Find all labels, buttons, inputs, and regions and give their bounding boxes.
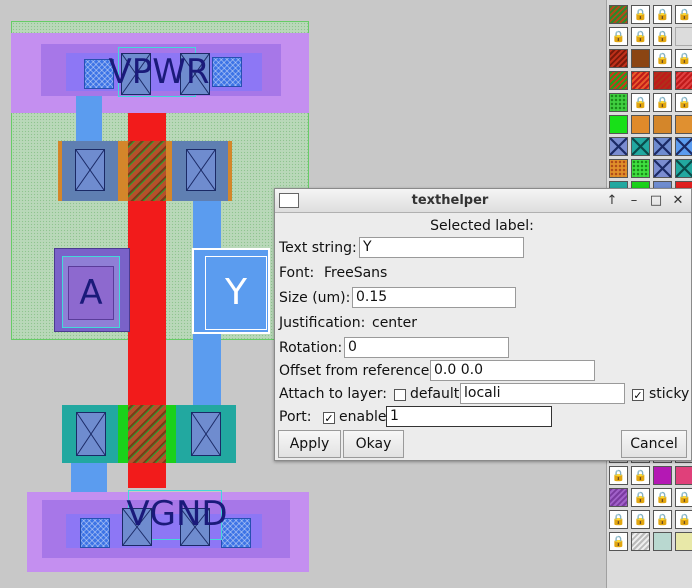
rotation-label: Rotation: bbox=[279, 340, 343, 356]
layer-swatch[interactable] bbox=[609, 137, 628, 156]
lock-icon[interactable]: 🔒 bbox=[653, 49, 672, 68]
lock-icon[interactable]: 🔒 bbox=[653, 5, 672, 24]
layer-swatch[interactable] bbox=[609, 49, 628, 68]
layer-swatch[interactable] bbox=[653, 71, 672, 90]
enable-checkbox-label: enable bbox=[339, 409, 387, 425]
attach-layer-label: Attach to layer: bbox=[279, 386, 388, 402]
offset-input[interactable]: 0.0 0.0 bbox=[430, 360, 595, 381]
layer-swatch[interactable] bbox=[653, 159, 672, 178]
text-string-input[interactable]: Y bbox=[359, 237, 524, 258]
layer-swatch[interactable] bbox=[653, 115, 672, 134]
lock-icon[interactable]: 🔒 bbox=[631, 27, 650, 46]
offset-label: Offset from reference: bbox=[279, 363, 435, 379]
lock-icon[interactable]: 🔒 bbox=[631, 93, 650, 112]
text-string-label: Text string: bbox=[279, 240, 357, 256]
input-a-label: A bbox=[79, 273, 103, 313]
layer-swatch[interactable] bbox=[675, 115, 692, 134]
nmos-gate-overlap bbox=[128, 405, 166, 463]
justification-label: Justification: bbox=[279, 315, 366, 331]
layer-swatch[interactable] bbox=[675, 466, 692, 485]
enable-checkbox[interactable]: ✓ bbox=[323, 412, 335, 424]
dialog-titlebar[interactable]: texthelper ↑ – □ ✕ bbox=[275, 189, 691, 213]
lock-icon[interactable]: 🔒 bbox=[609, 27, 628, 46]
layer-swatch[interactable] bbox=[653, 137, 672, 156]
output-y-label: Y bbox=[225, 272, 247, 313]
pmos-contact-left bbox=[75, 149, 105, 191]
layer-swatch[interactable] bbox=[675, 71, 692, 90]
layer-swatch[interactable] bbox=[631, 532, 650, 551]
vgnd-label: VGND bbox=[126, 494, 228, 534]
layer-swatch[interactable] bbox=[631, 71, 650, 90]
close-icon[interactable]: ✕ bbox=[669, 192, 687, 210]
justification-value[interactable]: center bbox=[372, 315, 417, 331]
lock-icon[interactable]: 🔒 bbox=[675, 510, 692, 529]
layer-swatch[interactable] bbox=[609, 93, 628, 112]
layer-swatch[interactable] bbox=[631, 115, 650, 134]
default-checkbox-label: default bbox=[410, 386, 460, 402]
layer-swatch[interactable] bbox=[675, 159, 692, 178]
layer-swatch[interactable] bbox=[653, 532, 672, 551]
layer-swatch[interactable] bbox=[609, 488, 628, 507]
nmos-contact-right bbox=[191, 412, 221, 456]
vgnd-via-left bbox=[80, 518, 110, 548]
layer-swatch[interactable] bbox=[631, 137, 650, 156]
pmos-contact-right bbox=[186, 149, 216, 191]
layer-swatch[interactable] bbox=[631, 49, 650, 68]
lock-icon[interactable]: 🔒 bbox=[631, 5, 650, 24]
layer-input[interactable]: locali bbox=[460, 383, 625, 404]
port-label: Port: bbox=[279, 409, 312, 425]
font-value: FreeSans bbox=[324, 265, 388, 281]
nmos-contact-left bbox=[76, 412, 106, 456]
cancel-button[interactable]: Cancel bbox=[621, 430, 687, 458]
lock-icon[interactable]: 🔒 bbox=[675, 488, 692, 507]
layer-swatch[interactable] bbox=[675, 137, 692, 156]
vpwr-strap bbox=[76, 96, 102, 142]
lock-icon[interactable]: 🔒 bbox=[631, 466, 650, 485]
minimize-icon[interactable]: – bbox=[625, 192, 643, 210]
sticky-checkbox[interactable]: ✓ bbox=[632, 389, 644, 401]
lock-icon[interactable]: 🔒 bbox=[675, 93, 692, 112]
lock-icon[interactable]: 🔒 bbox=[653, 488, 672, 507]
layer-swatch[interactable] bbox=[609, 71, 628, 90]
texthelper-dialog: texthelper ↑ – □ ✕ Selected label: Text … bbox=[274, 188, 692, 461]
shade-icon[interactable]: ↑ bbox=[603, 192, 621, 210]
lock-icon[interactable]: 🔒 bbox=[653, 93, 672, 112]
size-label: Size (um): bbox=[279, 290, 351, 306]
pmos-gate-overlap bbox=[128, 141, 166, 201]
sticky-checkbox-label: sticky bbox=[649, 386, 690, 402]
layer-swatch[interactable] bbox=[631, 159, 650, 178]
okay-button[interactable]: Okay bbox=[343, 430, 404, 458]
layer-swatch[interactable] bbox=[609, 5, 628, 24]
lock-icon[interactable]: 🔒 bbox=[609, 532, 628, 551]
size-input[interactable]: 0.15 bbox=[352, 287, 516, 308]
port-index-input[interactable]: 1 bbox=[386, 406, 552, 427]
lock-icon[interactable]: 🔒 bbox=[631, 510, 650, 529]
dialog-title: texthelper bbox=[411, 193, 489, 208]
lock-icon[interactable]: 🔒 bbox=[631, 488, 650, 507]
layer-swatch[interactable] bbox=[675, 27, 692, 46]
lock-icon[interactable]: 🔒 bbox=[653, 510, 672, 529]
default-checkbox[interactable] bbox=[394, 389, 406, 401]
selected-label-header: Selected label: bbox=[430, 218, 534, 234]
rotation-input[interactable]: 0 bbox=[344, 337, 509, 358]
layer-swatch[interactable] bbox=[653, 466, 672, 485]
font-label: Font: bbox=[279, 265, 315, 281]
lock-icon[interactable]: 🔒 bbox=[675, 49, 692, 68]
layer-swatch[interactable] bbox=[675, 532, 692, 551]
lock-icon[interactable]: 🔒 bbox=[653, 27, 672, 46]
apply-button[interactable]: Apply bbox=[278, 430, 341, 458]
vpwr-label: VPWR bbox=[108, 52, 210, 92]
maximize-icon[interactable]: □ bbox=[647, 192, 665, 210]
layer-swatch[interactable] bbox=[609, 115, 628, 134]
lock-icon[interactable]: 🔒 bbox=[609, 510, 628, 529]
lock-icon[interactable]: 🔒 bbox=[675, 5, 692, 24]
lock-icon[interactable]: 🔒 bbox=[609, 466, 628, 485]
layer-swatch[interactable] bbox=[609, 159, 628, 178]
